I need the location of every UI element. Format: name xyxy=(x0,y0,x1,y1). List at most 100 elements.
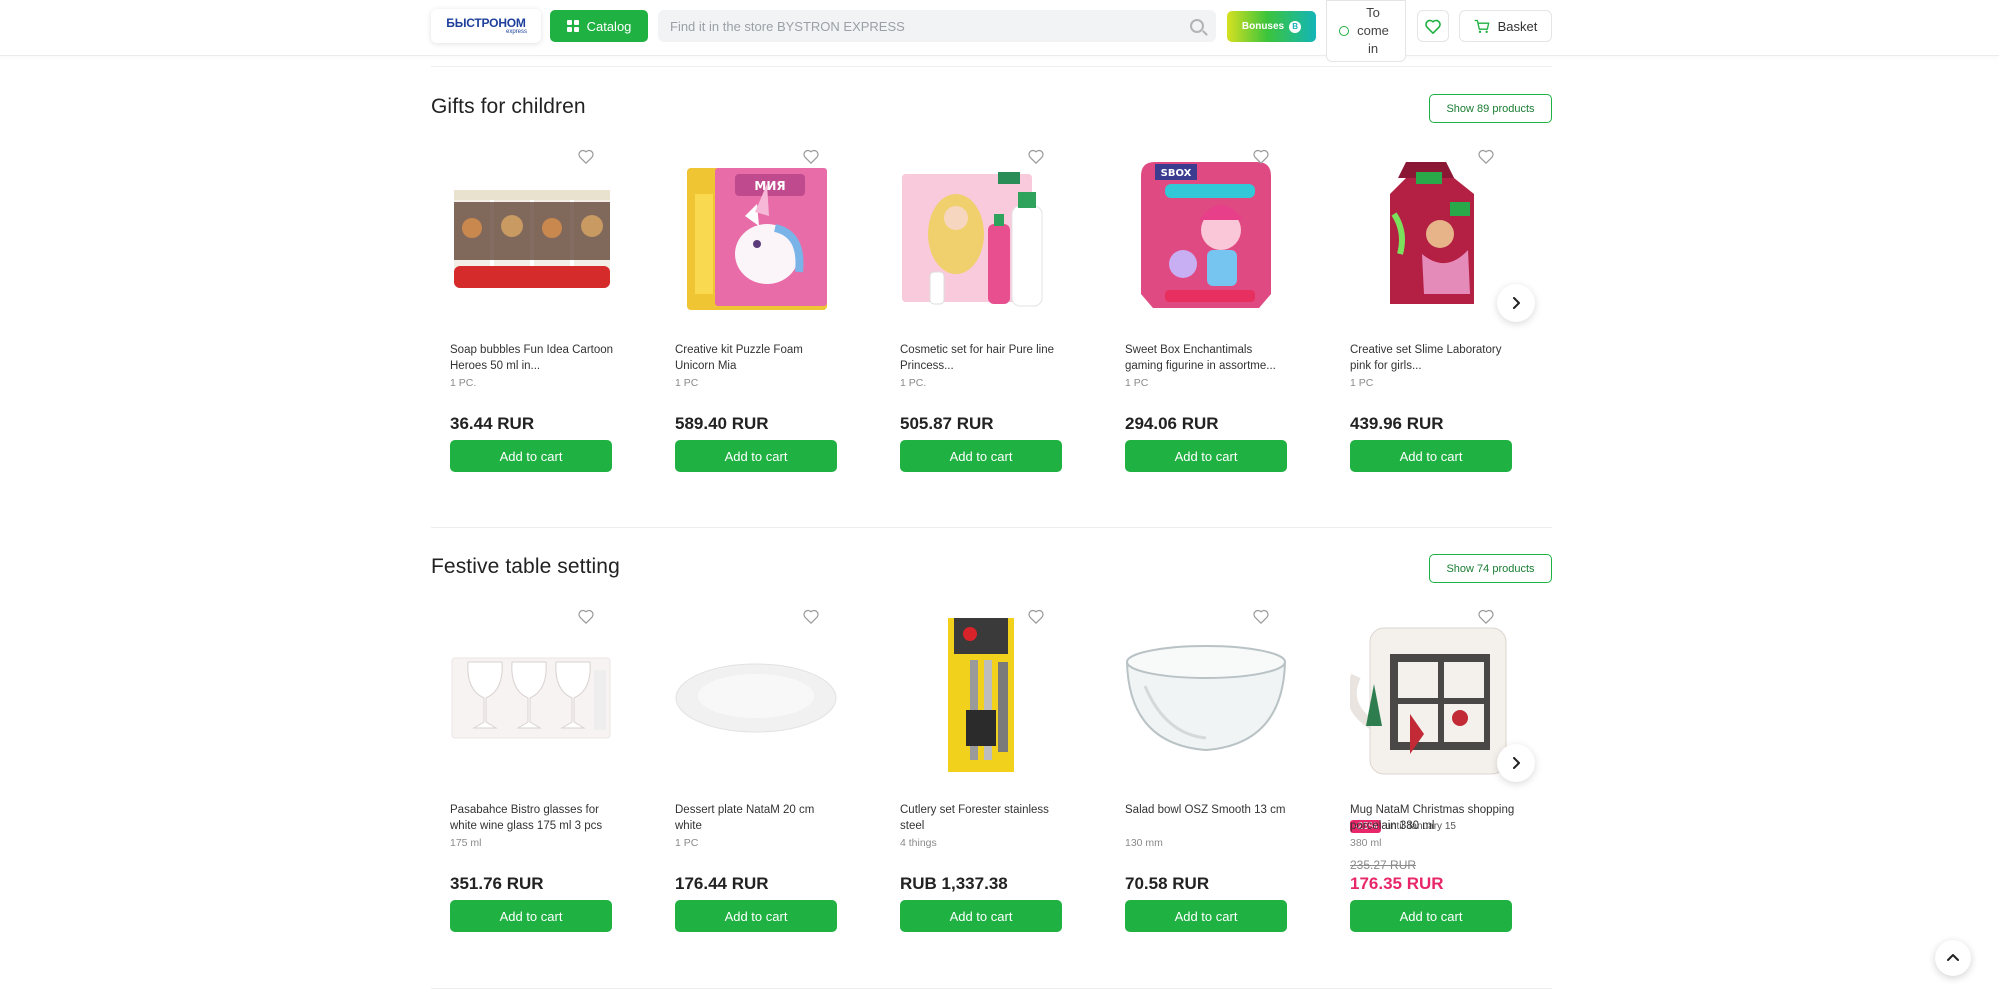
product-unit: 1 PC. xyxy=(450,377,477,389)
product-title[interactable]: Cutlery set Forester stainless steel xyxy=(900,802,1065,834)
basket-label: Basket xyxy=(1497,18,1538,34)
product-image[interactable] xyxy=(675,614,837,776)
product-price: 294.06 RUR xyxy=(1125,414,1219,433)
product-price: RUB 1,337.38 xyxy=(900,874,1008,893)
show-products-button-gifts[interactable]: Show 89 products xyxy=(1429,94,1552,123)
user-icon xyxy=(1339,26,1349,36)
store-logo[interactable]: БЫСТРОНОМ express xyxy=(431,9,541,43)
product-title[interactable]: Cosmetic set for hair Pure line Princess… xyxy=(900,342,1065,374)
favorite-heart-icon[interactable] xyxy=(801,606,821,626)
section-divider xyxy=(431,527,1552,528)
favorite-heart-icon[interactable] xyxy=(801,146,821,166)
product-card[interactable]: Soap bubbles Fun Idea Cartoon Heroes 50 … xyxy=(431,144,631,484)
login-label: To come in xyxy=(1357,5,1389,56)
show-products-button-festive[interactable]: Show 74 products xyxy=(1429,554,1552,583)
section-title-gifts: Gifts for children xyxy=(431,95,586,118)
svg-text:SBOX: SBOX xyxy=(1161,168,1192,179)
coin-icon: B xyxy=(1289,20,1302,33)
product-card[interactable]: Cosmetic set for hair Pure line Princess… xyxy=(881,144,1081,484)
catalog-grid-icon xyxy=(566,20,579,32)
product-price: 176.35 RUR xyxy=(1350,874,1444,893)
section-title-festive: Festive table setting xyxy=(431,555,620,578)
product-image[interactable] xyxy=(1125,614,1287,776)
search-placeholder: Find it in the store BYSTRON EXPRESS xyxy=(670,18,905,34)
favorite-heart-icon[interactable] xyxy=(576,146,596,166)
bonuses-button[interactable]: Bonuses B xyxy=(1227,11,1316,42)
carousel-next-button[interactable] xyxy=(1497,744,1535,782)
chevron-right-icon xyxy=(1513,757,1520,769)
bonuses-label: Bonuses xyxy=(1241,21,1285,32)
section-divider xyxy=(431,988,1552,989)
add-to-cart-button[interactable]: Add to cart xyxy=(900,440,1062,472)
add-to-cart-button[interactable]: Add to cart xyxy=(450,900,612,932)
product-price: 70.58 RUR xyxy=(1125,874,1210,893)
product-unit: 1 PC xyxy=(675,837,699,849)
product-unit: 4 things xyxy=(900,837,937,849)
catalog-label: Catalog xyxy=(586,18,632,34)
add-to-cart-button[interactable]: Add to cart xyxy=(1350,440,1512,472)
favorite-heart-icon[interactable] xyxy=(1026,606,1046,626)
product-unit: 1 PC. xyxy=(900,377,927,389)
favorite-heart-icon[interactable] xyxy=(1476,146,1496,166)
favorite-heart-icon[interactable] xyxy=(1251,146,1271,166)
product-card[interactable]: Pasabahce Bistro glasses for white wine … xyxy=(431,604,631,944)
product-price: 176.44 RUR xyxy=(675,874,769,893)
product-unit: 1 PC xyxy=(1350,377,1374,389)
heart-icon xyxy=(1425,19,1441,34)
svg-text:МИЯ: МИЯ xyxy=(754,179,785,193)
add-to-cart-button[interactable]: Add to cart xyxy=(1350,900,1512,932)
product-card[interactable]: Dessert plate NataM 20 cm white 1 PC 176… xyxy=(656,604,856,944)
product-image[interactable]: SBOX xyxy=(1125,154,1287,316)
add-to-cart-button[interactable]: Add to cart xyxy=(675,900,837,932)
product-title[interactable]: Salad bowl OSZ Smooth 13 cm xyxy=(1125,802,1290,834)
favorite-heart-icon[interactable] xyxy=(1026,146,1046,166)
product-image[interactable] xyxy=(1350,614,1512,776)
search-icon[interactable] xyxy=(1190,19,1204,33)
product-title[interactable]: Pasabahce Bistro glasses for white wine … xyxy=(450,802,615,834)
add-to-cart-button[interactable]: Add to cart xyxy=(900,900,1062,932)
favorite-heart-icon[interactable] xyxy=(1251,606,1271,626)
product-unit: 1 PC xyxy=(675,377,699,389)
product-card[interactable]: Cutlery set Forester stainless steel 4 t… xyxy=(881,604,1081,944)
product-image[interactable] xyxy=(450,154,612,316)
product-card[interactable]: SBOX Sweet Box Enchantimals gaming figur… xyxy=(1106,144,1306,484)
product-card[interactable]: МИЯ Creative kit Puzzle Foam Unicorn Mia… xyxy=(656,144,856,484)
section-divider xyxy=(431,66,1552,67)
chevron-right-icon xyxy=(1513,297,1520,309)
product-image[interactable] xyxy=(450,614,612,776)
product-title[interactable]: Creative set Slime Laboratory pink for g… xyxy=(1350,342,1515,374)
add-to-cart-button[interactable]: Add to cart xyxy=(1125,440,1287,472)
product-unit: 175 ml xyxy=(450,837,482,849)
basket-icon xyxy=(1474,19,1489,33)
favorite-heart-icon[interactable] xyxy=(576,606,596,626)
login-button[interactable]: To come in xyxy=(1326,0,1406,62)
search-input[interactable]: Find it in the store BYSTRON EXPRESS xyxy=(658,10,1216,42)
logo-subtext: express xyxy=(505,28,527,35)
product-image[interactable] xyxy=(900,154,1062,316)
product-unit: 380 ml xyxy=(1350,837,1382,849)
product-image[interactable]: МИЯ xyxy=(675,154,837,316)
basket-button[interactable]: Basket xyxy=(1459,10,1552,42)
catalog-button[interactable]: Catalog xyxy=(550,10,648,42)
logo-text: БЫСТРОНОМ xyxy=(446,15,526,30)
add-to-cart-button[interactable]: Add to cart xyxy=(450,440,612,472)
add-to-cart-button[interactable]: Add to cart xyxy=(675,440,837,472)
favorite-heart-icon[interactable] xyxy=(1476,606,1496,626)
product-price: 439.96 RUR xyxy=(1350,414,1444,433)
favorites-button[interactable] xyxy=(1417,10,1449,42)
carousel-next-button[interactable] xyxy=(1497,284,1535,322)
product-title[interactable]: Mug NataM Christmas shopping porcelain 3… xyxy=(1350,802,1515,834)
product-title[interactable]: Creative kit Puzzle Foam Unicorn Mia xyxy=(675,342,840,374)
product-image[interactable] xyxy=(1350,154,1512,316)
site-header: БЫСТРОНОМ express Catalog Find it in the… xyxy=(0,0,1999,62)
product-image[interactable] xyxy=(900,614,1062,776)
scroll-to-top-button[interactable] xyxy=(1935,940,1971,976)
product-price: 589.40 RUR xyxy=(675,414,769,433)
product-title[interactable]: Dessert plate NataM 20 cm white xyxy=(675,802,840,834)
product-card[interactable]: Salad bowl OSZ Smooth 13 cm 130 mm 70.58… xyxy=(1106,604,1306,944)
chevron-up-icon xyxy=(1947,954,1959,961)
product-price: 351.76 RUR xyxy=(450,874,544,893)
product-title[interactable]: Sweet Box Enchantimals gaming figurine i… xyxy=(1125,342,1290,374)
product-title[interactable]: Soap bubbles Fun Idea Cartoon Heroes 50 … xyxy=(450,342,615,374)
add-to-cart-button[interactable]: Add to cart xyxy=(1125,900,1287,932)
